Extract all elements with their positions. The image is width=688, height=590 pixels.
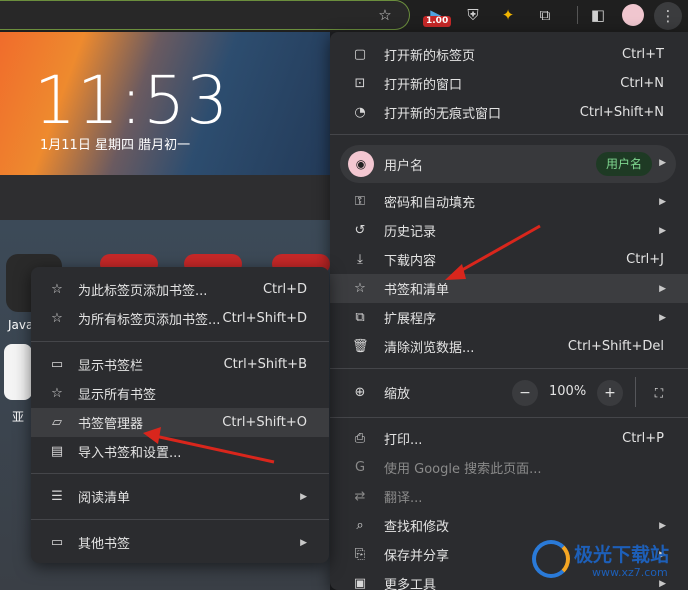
annotation-arrows	[143, 224, 541, 464]
annotation-arrowhead-manager	[143, 427, 161, 444]
watermark-url: www.xz7.com	[592, 566, 668, 579]
annotation-arrow-bookmarks	[454, 224, 541, 276]
annotation-arrow-manager	[154, 434, 275, 464]
watermark-logo-icon	[532, 540, 570, 578]
annotation-arrowhead-bookmarks	[445, 264, 466, 280]
watermark-title: 极光下载站	[574, 544, 670, 566]
